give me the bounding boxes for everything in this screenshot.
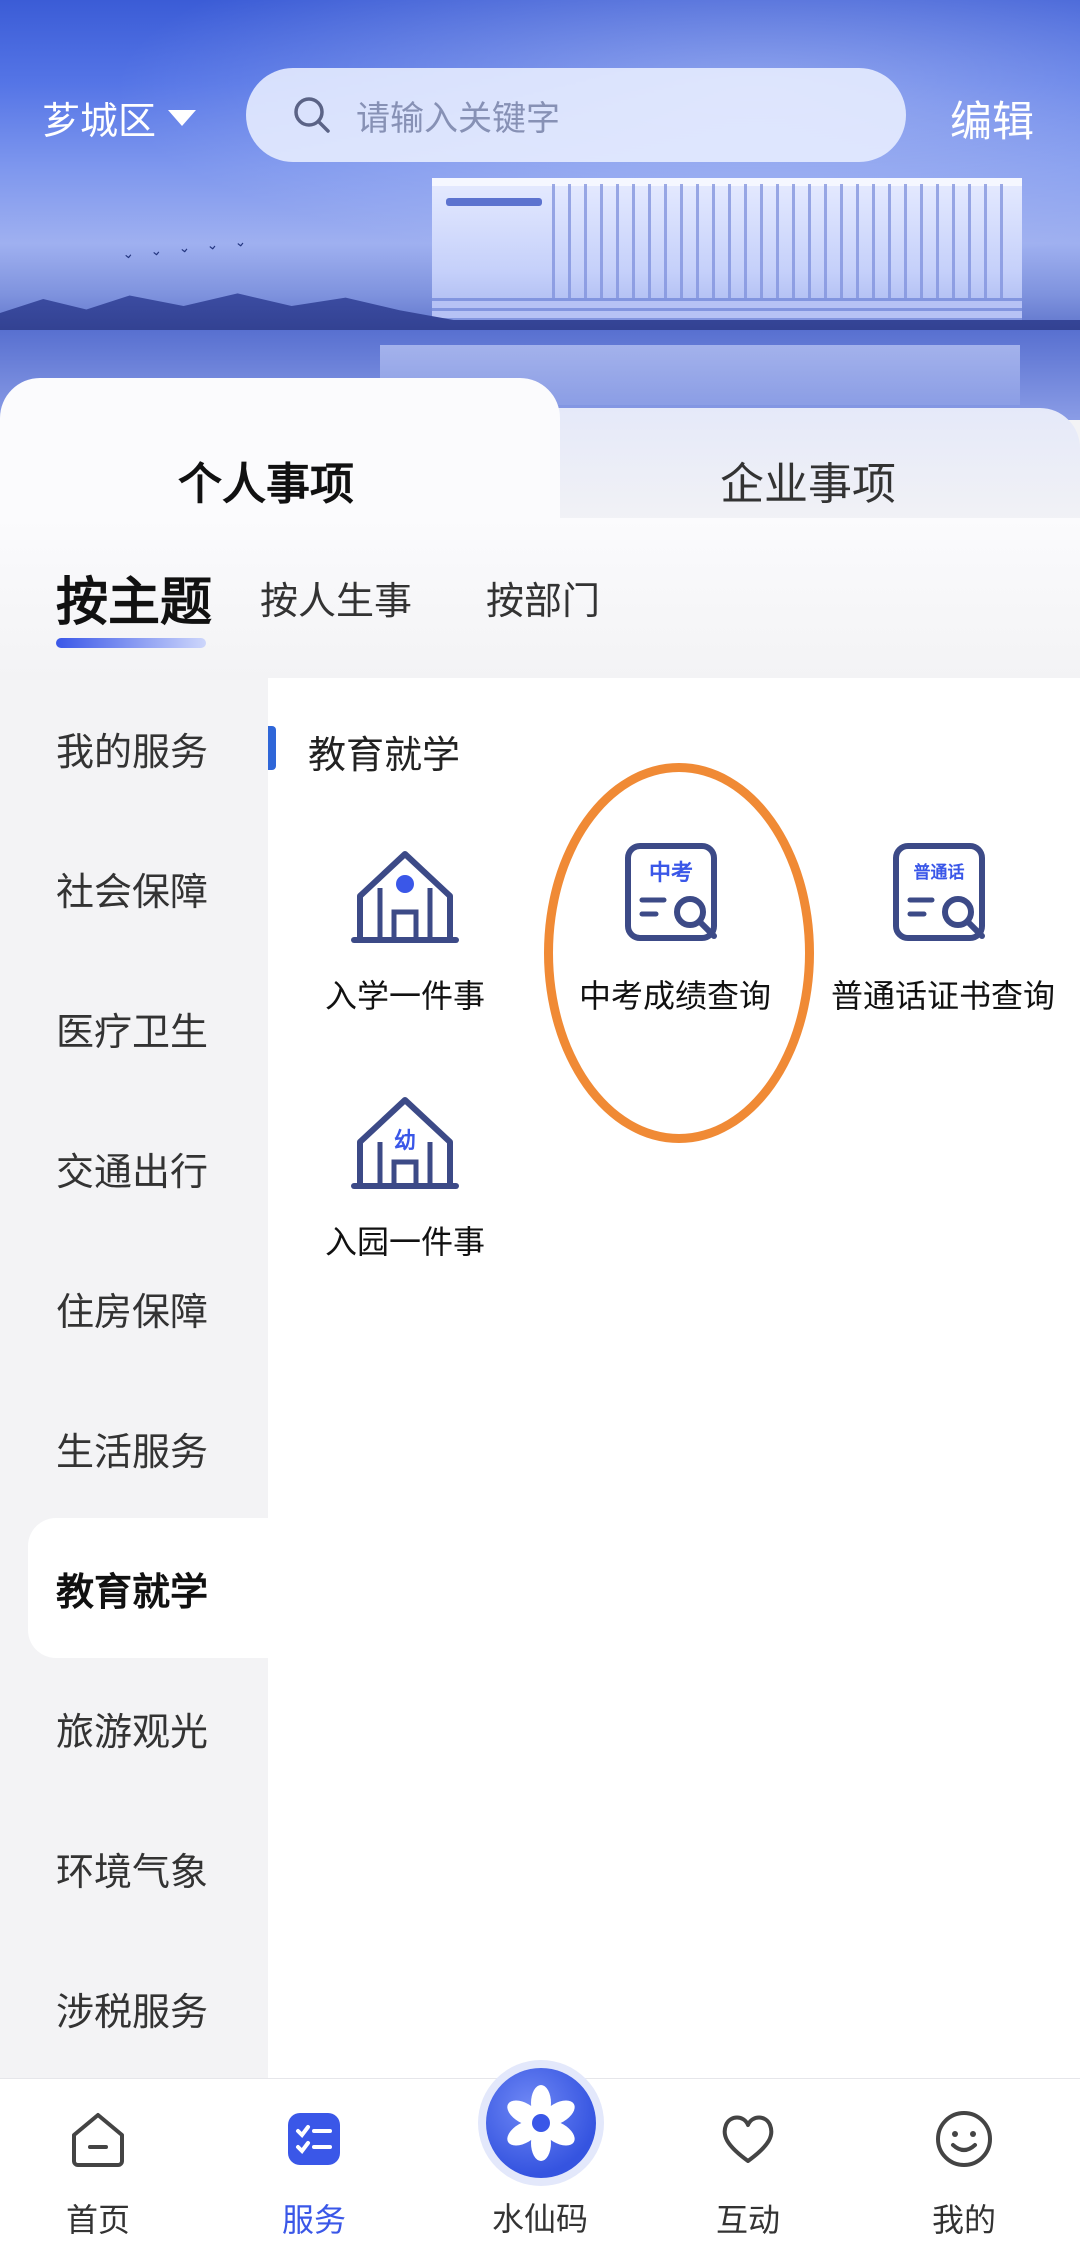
tab-personal[interactable]: 个人事项 — [178, 448, 354, 512]
sidebar-item-tax[interactable]: 涉税服务 — [0, 1938, 268, 2078]
header-banner: ⌄ ⌄ ⌄ ⌄ ⌄ — [0, 0, 1080, 420]
search-icon — [294, 97, 330, 133]
nav-home[interactable]: 首页 — [18, 2107, 178, 2241]
badge-text: 普通话 — [914, 862, 965, 883]
nav-label-narcissus-code: 水仙码 — [491, 2200, 588, 2238]
sidebar-item-social-security[interactable]: 社会保障 — [0, 818, 268, 958]
sidebar-item-environment[interactable]: 环境气象 — [0, 1798, 268, 1938]
service-enrollment[interactable]: 入学一件事 — [270, 840, 540, 1016]
smile-profile-icon — [936, 2111, 992, 2167]
nav-mine[interactable]: 我的 — [884, 2107, 1044, 2241]
school-building-icon — [351, 851, 459, 943]
chevron-down-icon — [168, 109, 197, 126]
service-label: 入园一件事 — [324, 1223, 485, 1261]
sidebar-item-life-services[interactable]: 生活服务 — [0, 1378, 268, 1518]
search-input[interactable]: 请输入关键字 — [246, 68, 906, 162]
badge-text: 幼 — [394, 1128, 416, 1154]
home-icon — [72, 2113, 124, 2167]
nav-label: 互动 — [715, 2201, 780, 2239]
subtab-bar: 按主题 按人生事 按部门 — [0, 560, 1080, 670]
heart-icon — [722, 2115, 774, 2163]
service-list-icon — [288, 2113, 340, 2165]
narcissus-code-icon — [507, 2085, 575, 2161]
region-label: 芗城区 — [42, 99, 157, 143]
narcissus-code-button[interactable] — [486, 2068, 596, 2178]
section-marker — [268, 726, 276, 770]
nav-interaction[interactable]: 互动 — [668, 2107, 828, 2241]
subtab-by-theme[interactable]: 按主题 — [56, 560, 212, 635]
nav-label: 首页 — [65, 2201, 130, 2239]
sidebar-item-housing[interactable]: 住房保障 — [0, 1238, 268, 1378]
service-kindergarten-enrollment[interactable]: 幼 入园一件事 — [270, 1086, 540, 1262]
nav-label: 我的 — [931, 2201, 996, 2239]
nav-label: 服务 — [281, 2201, 346, 2239]
sidebar-item-transport[interactable]: 交通出行 — [0, 1098, 268, 1238]
sidebar-item-healthcare[interactable]: 医疗卫生 — [0, 958, 268, 1098]
subtab-by-department[interactable]: 按部门 — [486, 570, 600, 625]
sidebar-item-tourism[interactable]: 旅游观光 — [0, 1658, 268, 1798]
search-placeholder: 请输入关键字 — [356, 98, 560, 139]
nav-service[interactable]: 服务 — [234, 2107, 394, 2241]
service-label: 入学一件事 — [324, 977, 485, 1015]
category-sidebar: 我的服务 社会保障 医疗卫生 交通出行 住房保障 生活服务 教育就学 旅游观光 … — [0, 678, 268, 2078]
sidebar-item-my-services[interactable]: 我的服务 — [0, 678, 268, 818]
sidebar-item-education[interactable]: 教育就学 — [28, 1518, 268, 1658]
tab-company[interactable]: 企业事项 — [720, 448, 896, 512]
service-label: 普通话证书查询 — [830, 977, 1055, 1015]
service-mandarin-certificate[interactable]: 普通话 普通话证书查询 — [808, 840, 1078, 1016]
subtab-by-life-event[interactable]: 按人生事 — [260, 570, 412, 625]
highlight-ring — [544, 763, 814, 1143]
edit-button[interactable]: 编辑 — [950, 88, 1034, 149]
section-title: 教育就学 — [308, 733, 461, 777]
kindergarten-icon: 幼 — [351, 1097, 459, 1189]
certificate-search-icon: 普通话 — [893, 843, 985, 941]
top-bar: 芗城区 请输入关键字 编辑 — [0, 68, 1080, 168]
subtab-active-indicator — [56, 638, 206, 648]
region-selector[interactable]: 芗城区 — [42, 90, 197, 145]
